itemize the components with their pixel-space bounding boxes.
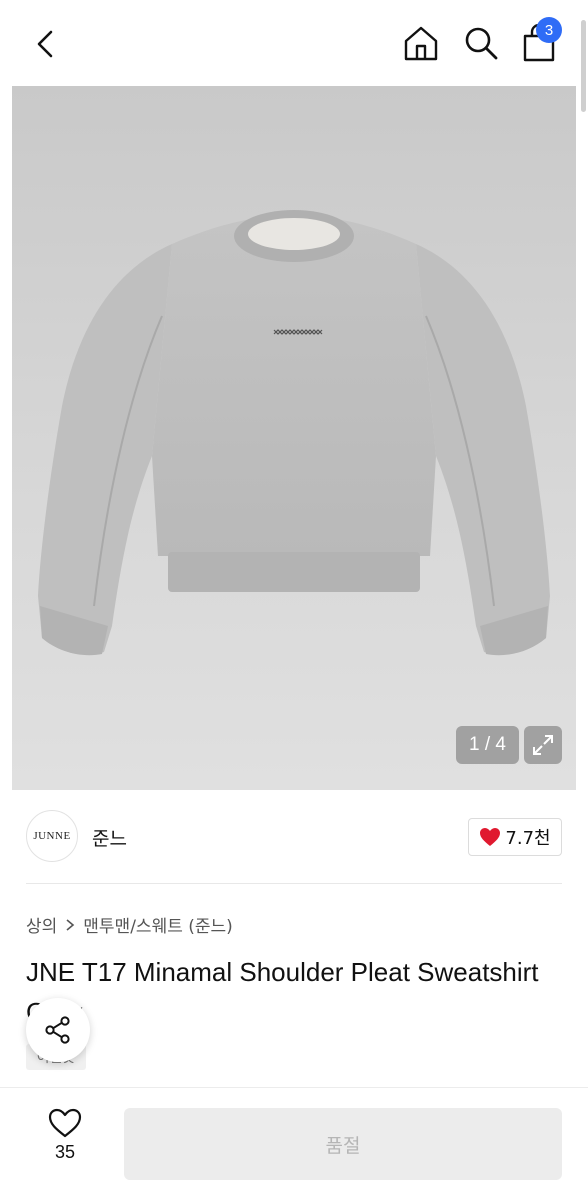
chevron-right-icon bbox=[66, 918, 75, 931]
heart-filled-icon bbox=[480, 828, 501, 846]
image-counter: 1 / 4 bbox=[456, 726, 519, 764]
search-button[interactable] bbox=[458, 20, 504, 66]
wishlist-count: 35 bbox=[54, 1142, 76, 1162]
top-app-bar: 3 bbox=[0, 0, 588, 86]
product-image bbox=[38, 210, 550, 656]
brand-row: JUNNE 준느 7.7천 bbox=[0, 800, 588, 884]
expand-icon bbox=[533, 735, 553, 755]
product-image-gallery[interactable]: 1 / 4 bbox=[12, 86, 576, 790]
brand-logo[interactable]: JUNNE bbox=[26, 810, 78, 862]
page-scrollbar[interactable] bbox=[581, 20, 586, 112]
back-button[interactable] bbox=[24, 22, 68, 66]
wishlist-button[interactable]: 35 bbox=[30, 1108, 100, 1178]
soldout-button[interactable]: 품절 bbox=[124, 1108, 562, 1180]
search-icon bbox=[465, 27, 498, 60]
share-button[interactable] bbox=[26, 998, 90, 1062]
brand-name-link[interactable]: 준느 bbox=[92, 824, 127, 851]
brand-logo-text: JUNNE bbox=[33, 830, 71, 842]
home-button[interactable] bbox=[398, 20, 444, 66]
home-icon bbox=[404, 26, 438, 61]
breadcrumb: 상의 맨투맨/스웨트 (준느) bbox=[26, 912, 233, 937]
chevron-left-icon bbox=[37, 30, 53, 58]
product-title: JNE T17 Minamal Shoulder Pleat Sweatshir… bbox=[26, 957, 539, 1027]
heart-outline-icon bbox=[48, 1108, 82, 1138]
cart-count-badge: 3 bbox=[536, 17, 562, 43]
expand-image-button[interactable] bbox=[524, 726, 562, 764]
breadcrumb-subcategory[interactable]: 맨투맨/스웨트 (준느) bbox=[83, 912, 233, 937]
brand-like-count: 7.7천 bbox=[505, 828, 551, 849]
share-icon bbox=[45, 1016, 70, 1044]
cart-button[interactable]: 3 bbox=[516, 17, 562, 66]
brand-like-button[interactable]: 7.7천 bbox=[468, 818, 562, 856]
breadcrumb-category[interactable]: 상의 bbox=[26, 912, 57, 937]
bottom-bar-divider bbox=[0, 1087, 588, 1088]
section-divider bbox=[26, 883, 562, 884]
